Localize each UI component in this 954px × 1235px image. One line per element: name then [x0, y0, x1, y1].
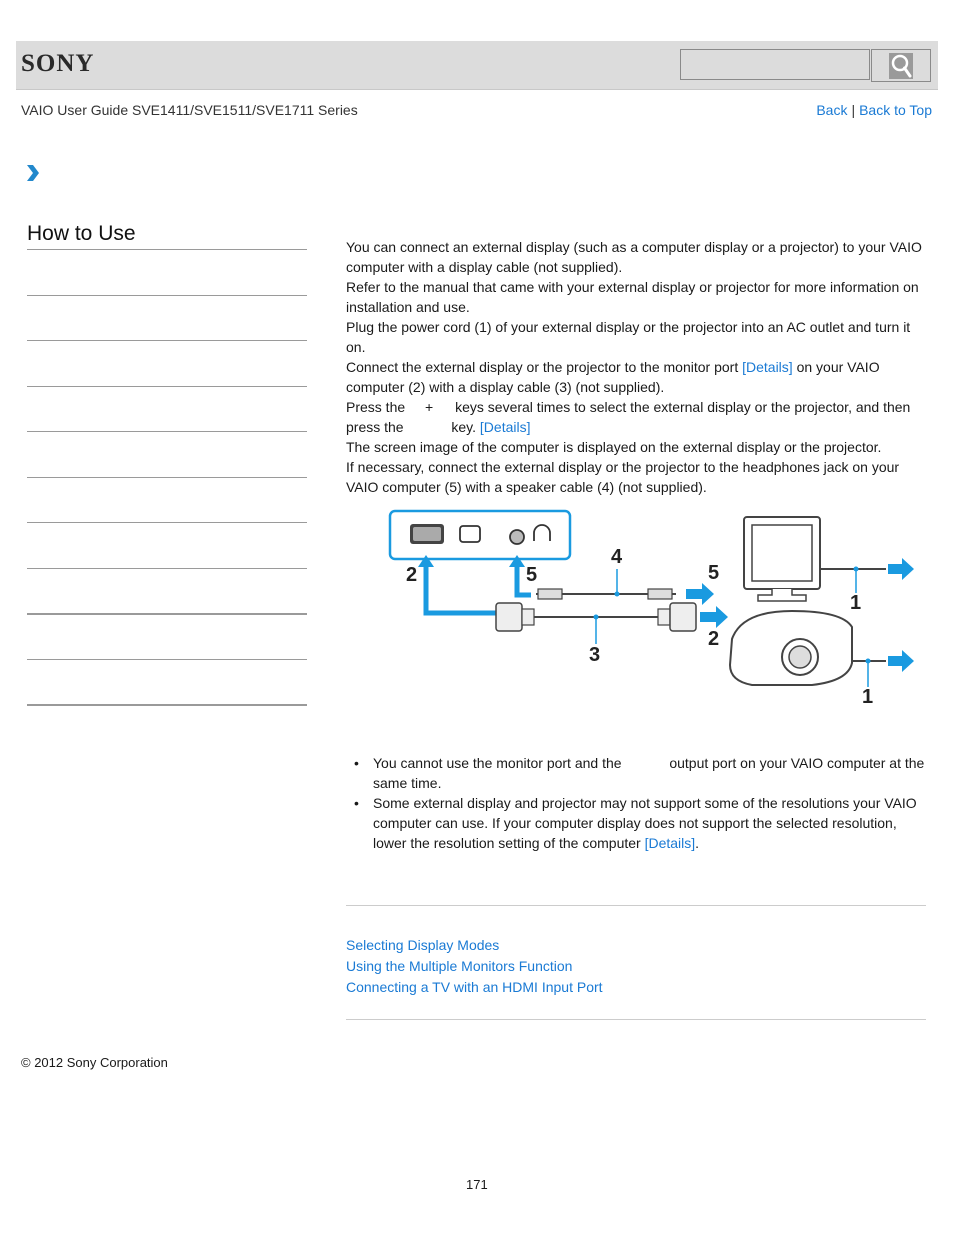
step-2: Connect the external display or the proj… — [346, 357, 928, 397]
sidebar-item-5[interactable] — [27, 522, 307, 523]
sidebar-item-1[interactable] — [27, 340, 307, 341]
guide-title: VAIO User Guide SVE1411/SVE1511/SVE1711 … — [21, 102, 358, 118]
details-link-monitor-port[interactable]: [Details] — [742, 359, 793, 375]
sidebar-item-2[interactable] — [27, 386, 307, 387]
headphones-jack-icon — [509, 529, 525, 545]
step-2-text: Connect the external display or the proj… — [346, 359, 743, 375]
label-monitor-port: 2 — [406, 564, 417, 586]
label-power-monitor: 1 — [850, 592, 861, 614]
search-button[interactable] — [871, 49, 931, 82]
label-display-to-device: 2 — [708, 628, 719, 650]
search-input[interactable] — [680, 49, 870, 80]
header-bar: SONY — [16, 41, 938, 90]
back-to-top-link[interactable]: Back to Top — [859, 102, 932, 118]
page-number: 171 — [466, 1177, 488, 1192]
label-display-cable: 3 — [589, 644, 600, 666]
back-link[interactable]: Back — [816, 102, 847, 118]
search-icon — [889, 52, 913, 79]
related-link-multiple-monitors[interactable]: Using the Multiple Monitors Function — [346, 956, 603, 977]
step-3-text-a: Press the — [346, 399, 410, 415]
note-item: You cannot use the monitor port and the … — [346, 753, 928, 793]
step-3-text-c: key. — [447, 419, 480, 435]
details-link-resolution[interactable]: [Details] — [645, 835, 696, 851]
top-nav: Back | Back to Top — [816, 102, 932, 118]
key-plus: + — [425, 399, 434, 415]
sidebar-item-7[interactable] — [27, 613, 307, 615]
divider-top — [346, 905, 926, 906]
label-power-projector: 1 — [862, 686, 873, 708]
step-4: If necessary, connect the external displ… — [346, 459, 900, 495]
label-speaker-cable: 4 — [611, 546, 623, 568]
step-3: Press the + keys several times to select… — [346, 397, 928, 457]
step-3-result: The screen image of the computer is disp… — [346, 439, 882, 455]
step-1: Plug the power cord (1) of your external… — [346, 319, 911, 355]
sidebar-item-9[interactable] — [27, 704, 307, 706]
headphones-icon — [533, 524, 551, 541]
label-headphones-jack: 5 — [526, 564, 537, 586]
related-link-hdmi-tv[interactable]: Connecting a TV with an HDMI Input Port — [346, 977, 603, 998]
sidebar-item-0[interactable] — [27, 295, 307, 296]
notes-list: You cannot use the monitor port and the … — [346, 753, 928, 853]
note-item: Some external display and projector may … — [346, 793, 928, 853]
sidebar-divider — [27, 249, 307, 250]
related-topics: Selecting Display Modes Using the Multip… — [346, 935, 603, 998]
chevron-right-icon[interactable] — [26, 164, 40, 182]
connection-diagram: 2 5 4 5 3 2 1 1 — [386, 509, 926, 719]
nav-separator: | — [851, 102, 856, 118]
sidebar-item-6[interactable] — [27, 568, 307, 569]
sony-logo: SONY — [21, 50, 95, 77]
note-1-text-a: You cannot use the monitor port and the — [373, 755, 626, 771]
label-speaker-to-device: 5 — [708, 562, 719, 584]
sidebar-item-8[interactable] — [27, 659, 307, 660]
sidebar-item-3[interactable] — [27, 431, 307, 432]
intro-paragraph-1: You can connect an external display (suc… — [346, 239, 922, 275]
details-link-keys[interactable]: [Details] — [480, 419, 531, 435]
sidebar-item-4[interactable] — [27, 477, 307, 478]
intro-paragraph-2: Refer to the manual that came with your … — [346, 279, 919, 315]
main-content: You can connect an external display (suc… — [346, 237, 928, 853]
divider-bottom — [346, 1019, 926, 1020]
hdmi-port-icon — [459, 525, 481, 543]
sidebar-title: How to Use — [27, 222, 136, 245]
note-2-period: . — [695, 835, 700, 851]
related-link-selecting-display-modes[interactable]: Selecting Display Modes — [346, 935, 603, 956]
copyright: © 2012 Sony Corporation — [21, 1055, 168, 1070]
